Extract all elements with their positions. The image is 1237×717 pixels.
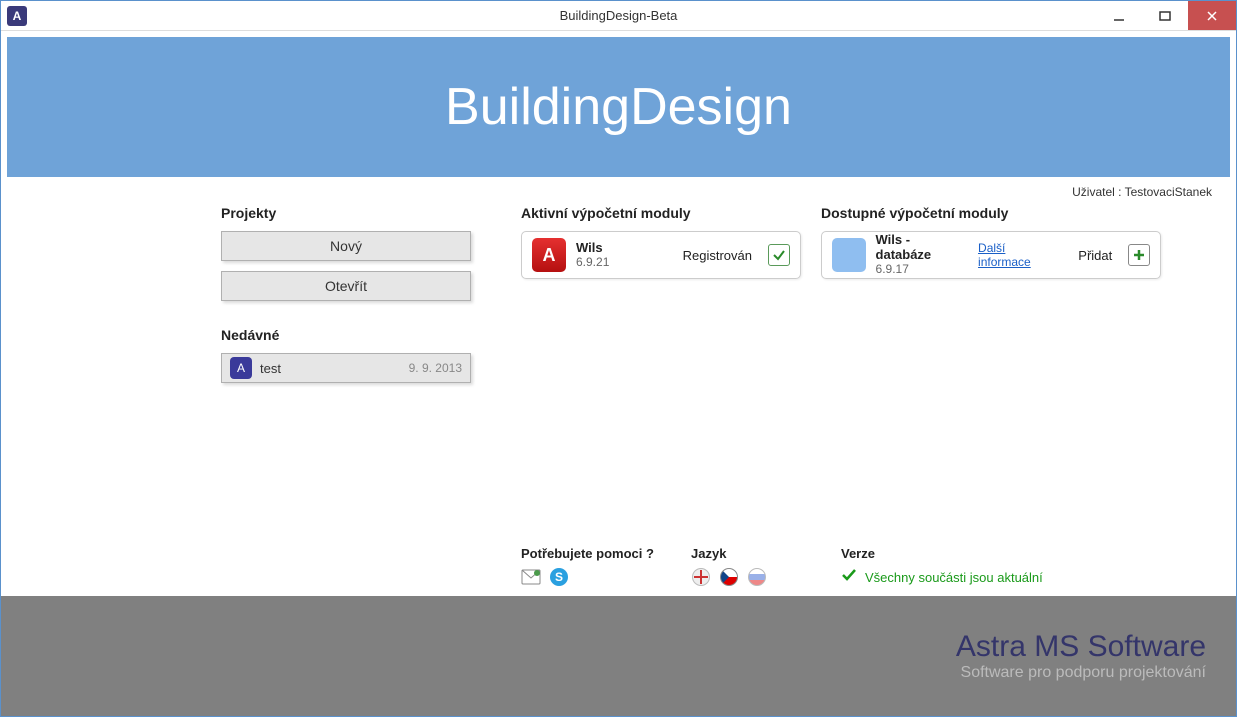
window-controls (1096, 1, 1236, 30)
module-name: Wils - databáze (876, 233, 969, 263)
version-status-row: Všechny součásti jsou aktuální (841, 567, 1043, 588)
check-icon (841, 567, 857, 588)
available-modules-heading: Dostupné výpočetní moduly (821, 205, 1161, 221)
help-icons: S (521, 567, 671, 587)
new-project-button[interactable]: Nový (221, 231, 471, 261)
svg-text:S: S (555, 570, 563, 584)
close-button[interactable] (1188, 1, 1236, 30)
module-version: 6.9.21 (576, 256, 609, 270)
version-status: Všechny součásti jsou aktuální (865, 570, 1043, 585)
version-group: Verze Všechny součásti jsou aktuální (841, 546, 1043, 588)
window-title: BuildingDesign-Beta (560, 8, 678, 23)
recent-item-date: 9. 9. 2013 (409, 361, 462, 375)
recent-item-icon: A (230, 357, 252, 379)
module-text: Wils - databáze 6.9.17 (876, 233, 969, 277)
module-name: Wils (576, 241, 609, 256)
recent-icon-letter: A (237, 361, 245, 375)
active-modules-heading: Aktivní výpočetní moduly (521, 205, 801, 221)
recent-item[interactable]: A test 9. 9. 2013 (221, 353, 471, 383)
module-status: Registrován (683, 248, 752, 263)
version-heading: Verze (841, 546, 1043, 561)
language-heading: Jazyk (691, 546, 821, 561)
module-version: 6.9.17 (876, 263, 969, 277)
minimize-button[interactable] (1096, 1, 1142, 30)
available-module-card: Wils - databáze 6.9.17 Další informace P… (821, 231, 1161, 279)
user-label: Uživatel : (1072, 185, 1124, 199)
module-icon-letter: A (543, 245, 556, 266)
language-group: Jazyk (691, 546, 821, 588)
available-modules-column: Dostupné výpočetní moduly Wils - databáz… (821, 205, 1161, 546)
email-icon[interactable] (521, 567, 541, 587)
flag-cz-icon[interactable] (719, 567, 739, 587)
add-label: Přidat (1078, 248, 1112, 263)
footer-company: Astra MS Software (956, 630, 1206, 664)
footer-text: Astra MS Software Software pro podporu p… (956, 630, 1206, 682)
hero-title: BuildingDesign (445, 77, 792, 137)
flag-en-icon[interactable] (691, 567, 711, 587)
help-group: Potřebujete pomoci ? S (521, 546, 671, 588)
recent-item-name: test (260, 361, 281, 376)
app-icon: A (7, 6, 27, 26)
columns: Projekty Nový Otevřít Nedávné A test 9. … (21, 205, 1216, 546)
user-name: TestovaciStanek (1125, 185, 1212, 199)
add-button[interactable] (1128, 244, 1150, 266)
maximize-button[interactable] (1142, 1, 1188, 30)
user-info: Uživatel : TestovaciStanek (21, 185, 1216, 199)
hero-banner: BuildingDesign (7, 37, 1230, 177)
help-heading: Potřebujete pomoci ? (521, 546, 671, 561)
footer-tagline: Software pro podporu projektování (956, 664, 1206, 682)
titlebar: A BuildingDesign-Beta (1, 1, 1236, 31)
projects-heading: Projekty (221, 205, 501, 221)
module-text: Wils 6.9.21 (576, 241, 609, 270)
skype-icon[interactable]: S (549, 567, 569, 587)
active-modules-column: Aktivní výpočetní moduly A Wils 6.9.21 R… (521, 205, 801, 546)
app-icon-letter: A (13, 9, 22, 23)
bottom-row: Potřebujete pomoci ? S Jazyk (521, 546, 1216, 588)
flag-sk-icon[interactable] (747, 567, 767, 587)
footer: Astra MS Software Software pro podporu p… (1, 596, 1236, 716)
application-window: A BuildingDesign-Beta BuildingDesign Uži… (0, 0, 1237, 717)
content-area: Uživatel : TestovaciStanek Projekty Nový… (1, 177, 1236, 596)
recent-heading: Nedávné (221, 327, 501, 343)
module-icon: A (532, 238, 566, 272)
language-flags (691, 567, 821, 587)
projects-column: Projekty Nový Otevřít Nedávné A test 9. … (221, 205, 501, 546)
module-icon (832, 238, 866, 272)
open-project-button[interactable]: Otevřít (221, 271, 471, 301)
more-info-link[interactable]: Další informace (978, 241, 1060, 269)
active-module-card: A Wils 6.9.21 Registrován (521, 231, 801, 279)
checkmark-icon (768, 244, 790, 266)
